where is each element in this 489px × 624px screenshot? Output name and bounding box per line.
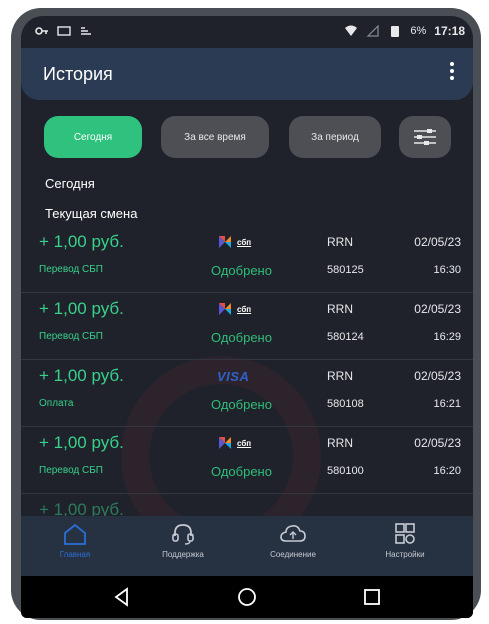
transaction-type: Перевод СБП — [39, 465, 103, 476]
rrn-value: 580124 — [327, 331, 364, 343]
transaction-amount: + 1,00 руб. — [39, 366, 124, 385]
filter-bar: Сегодня За все время За период — [21, 116, 473, 162]
sbp-icon — [219, 437, 231, 449]
clock: 17:18 — [434, 24, 465, 38]
transaction-status: Одобрено — [211, 397, 272, 412]
rrn-value: 580125 — [327, 264, 364, 276]
transaction-amount: + 1,00 руб. — [39, 433, 124, 452]
visa-logo: VISA — [217, 368, 250, 384]
nav-support-label: Поддержка — [162, 550, 204, 559]
rrn-label: RRN — [327, 302, 353, 316]
transaction-time: 16:21 — [433, 398, 461, 410]
transaction-status: Одобрено — [211, 464, 272, 479]
wifi-icon — [345, 25, 358, 36]
filter-settings-button[interactable] — [399, 116, 451, 158]
recents-icon[interactable] — [361, 586, 383, 608]
transaction-amount: + 1,00 руб. — [39, 299, 124, 318]
nav-connection[interactable]: Соединение — [243, 522, 343, 559]
sbp-icon — [219, 303, 231, 315]
shift-section-label: Текущая смена — [45, 206, 138, 221]
rrn-label: RRN — [327, 369, 353, 383]
nav-settings[interactable]: Настройки — [355, 522, 455, 559]
transaction-time: 16:20 — [433, 465, 461, 477]
bottom-navigation: Главная Поддержка Соединение Настройки — [21, 516, 473, 576]
transaction-date: 02/05/23 — [414, 436, 461, 450]
key-icon — [35, 27, 48, 35]
more-menu-icon[interactable] — [449, 62, 455, 84]
filter-today-button[interactable]: Сегодня — [44, 116, 142, 158]
home-icon — [64, 523, 86, 545]
date-section-label: Сегодня — [45, 176, 95, 191]
battery-icon — [391, 26, 400, 37]
transaction-row[interactable]: + 1,00 руб. сбп RRN 02/05/23 Перевод СБП… — [21, 427, 473, 494]
filter-period-button[interactable]: За период — [289, 116, 381, 158]
sbp-logo: сбп — [217, 300, 251, 318]
transaction-type: Перевод СБП — [39, 264, 103, 275]
no-signal-icon — [366, 25, 379, 37]
nav-connection-label: Соединение — [270, 550, 316, 559]
transaction-date: 02/05/23 — [414, 369, 461, 383]
page-title: История — [43, 64, 113, 84]
signal-small-icon — [81, 27, 91, 35]
battery-level: 6% — [410, 25, 427, 37]
sliders-icon — [414, 129, 436, 145]
transaction-time: 16:29 — [433, 331, 461, 343]
sbp-logo: сбп — [217, 434, 251, 452]
transaction-time: 16:30 — [433, 264, 461, 276]
rrn-value: 580100 — [327, 465, 364, 477]
status-bar: 6% 17:18 — [21, 16, 473, 48]
grid-settings-icon — [395, 523, 415, 544]
sbp-logo: сбп — [217, 233, 251, 251]
screen-icon — [57, 26, 71, 36]
nav-settings-label: Настройки — [385, 550, 425, 559]
system-navigation-bar — [21, 576, 473, 618]
filter-all-time-button[interactable]: За все время — [161, 116, 269, 158]
screen: 6% 17:18 История Сегодня За все время За… — [21, 16, 473, 618]
app-header: История — [21, 48, 473, 100]
sbp-icon — [219, 236, 231, 248]
back-icon[interactable] — [111, 586, 133, 608]
headset-icon — [172, 524, 194, 545]
rrn-label: RRN — [327, 235, 353, 249]
transaction-row[interactable]: + 1,00 руб. сбп RRN 02/05/23 Перевод СБП… — [21, 226, 473, 293]
nav-support[interactable]: Поддержка — [133, 522, 233, 559]
transaction-row[interactable]: + 1,00 руб. сбп RRN 02/05/23 Перевод СБП… — [21, 293, 473, 360]
cloud-icon — [280, 525, 306, 542]
nav-home[interactable]: Главная — [25, 522, 125, 559]
nav-home-label: Главная — [59, 550, 91, 559]
transaction-status: Одобрено — [211, 330, 272, 345]
transaction-status: Одобрено — [211, 263, 272, 278]
rrn-value: 580108 — [327, 398, 364, 410]
home-circle-icon[interactable] — [236, 586, 258, 608]
transaction-type: Оплата — [39, 398, 74, 409]
transaction-type: Перевод СБП — [39, 331, 103, 342]
transaction-amount: + 1,00 руб. — [39, 232, 124, 251]
transaction-date: 02/05/23 — [414, 235, 461, 249]
transaction-row[interactable]: + 1,00 руб. VISA RRN 02/05/23 Оплата Одо… — [21, 360, 473, 427]
transaction-date: 02/05/23 — [414, 302, 461, 316]
rrn-label: RRN — [327, 436, 353, 450]
